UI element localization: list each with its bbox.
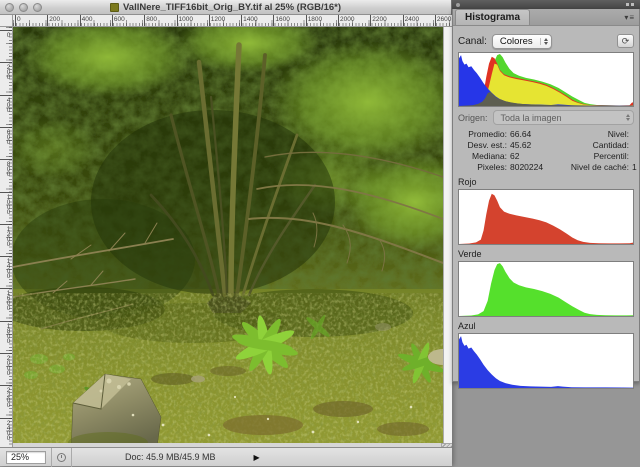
ruler-tick-label: 800: [144, 15, 157, 27]
close-button[interactable]: [5, 3, 14, 12]
stat-label: Cantidad:: [558, 140, 632, 151]
blue-section-label: Azul: [458, 321, 634, 331]
status-bar: 25% Doc: 45.9 MB/45.9 MB ▶: [0, 447, 452, 466]
panel-dock: Histograma ▾≡ Canal: Colores ⟳ Origen: T…: [452, 0, 640, 466]
photo-forest-scene: [13, 27, 443, 443]
dock-header[interactable]: [452, 0, 640, 9]
ruler-tick-label: 1600: [0, 288, 12, 310]
stat-label: Nivel:: [558, 129, 632, 140]
ruler-tick-label: 0: [0, 30, 12, 37]
document-proxy-icon: [110, 3, 119, 12]
panel-tab-bar: Histograma ▾≡: [453, 9, 639, 26]
title-group: VallNere_TIFF16bit_Orig_BY.tif al 25% (R…: [0, 2, 451, 13]
ruler-tick-label: 2400: [0, 418, 12, 440]
ruler-tick-label: 1200: [209, 15, 225, 27]
histogram-panel: Histograma ▾≡ Canal: Colores ⟳ Origen: T…: [452, 9, 640, 382]
green-section-label: Verde: [458, 249, 634, 259]
ruler-tick-label: 0: [15, 15, 21, 27]
colors-histogram-plot: [458, 52, 634, 107]
horizontal-ruler[interactable]: 0 200 400 600 800 1000 1200 1400 1600 1800 2000 220…: [13, 15, 452, 27]
channel-row: Canal: Colores ⟳: [458, 32, 634, 50]
stat-value: 45.62: [510, 140, 558, 151]
image-canvas[interactable]: [13, 27, 443, 443]
ruler-tick-label: 200: [0, 62, 12, 79]
ruler-tick-label: 1600: [273, 15, 289, 27]
green-histogram-plot: [458, 261, 634, 317]
dropdown-arrows-icon: [540, 38, 548, 45]
ruler-tick-label: 1000: [177, 15, 193, 27]
window-titlebar[interactable]: VallNere_TIFF16bit_Orig_BY.tif al 25% (R…: [0, 0, 451, 15]
traffic-lights: [5, 3, 42, 12]
blue-histogram-plot: [458, 333, 634, 389]
red-section-label: Rojo: [458, 177, 634, 187]
ruler-tick-label: 600: [0, 127, 12, 144]
dropdown-arrows-icon: [623, 114, 630, 121]
collapse-dock-icon[interactable]: [626, 3, 636, 6]
statistics-block: Promedio: 66.64 Nivel: Desv. est.: 45.62…: [458, 129, 634, 173]
stat-value: [632, 151, 637, 162]
ruler-tick-label: 800: [0, 159, 12, 176]
statusbar-divider: [71, 448, 72, 467]
channel-value: Colores: [500, 36, 537, 47]
ruler-tick-label: 1800: [0, 321, 12, 343]
channel-dropdown[interactable]: Colores: [492, 34, 552, 49]
stat-label: Promedio:: [458, 129, 510, 140]
channel-label: Canal:: [458, 36, 487, 47]
stat-value: 8020224: [510, 162, 558, 173]
vertical-ruler[interactable]: 0 200 400 600 800 1000 1200 1400 1600 1800 2000 220…: [0, 27, 13, 447]
source-value: Toda la imagen: [501, 113, 620, 123]
stat-label: Desv. est.:: [458, 140, 510, 151]
ruler-tick-label: 1400: [0, 256, 12, 278]
stat-value: 1: [632, 162, 637, 173]
tab-histograma[interactable]: Histograma: [455, 9, 530, 25]
zoom-window-button[interactable]: [33, 3, 42, 12]
ruler-corner[interactable]: [0, 15, 13, 27]
source-label: Origen:: [458, 113, 488, 123]
panel-content: Canal: Colores ⟳ Origen: Toda la imagen …: [453, 26, 639, 389]
ruler-tick-label: 2600: [435, 15, 451, 27]
minimize-button[interactable]: [19, 3, 28, 12]
histogram-layer-verde: [459, 263, 633, 316]
ruler-tick-label: 400: [0, 95, 12, 112]
panel-menu-icon[interactable]: ▾≡: [624, 13, 635, 22]
ruler-tick-label: 400: [80, 15, 93, 27]
ruler-tick-label: 2200: [0, 385, 12, 407]
zoom-level-input[interactable]: 25%: [6, 451, 46, 464]
statusbar-divider: [51, 448, 52, 467]
document-window: VallNere_TIFF16bit_Orig_BY.tif al 25% (R…: [0, 0, 452, 466]
stat-label: Percentil:: [558, 151, 632, 162]
stat-value: [632, 140, 637, 151]
ruler-tick-label: 1200: [0, 224, 12, 246]
histogram-layer-rojo: [459, 194, 633, 244]
ruler-tick-label: 2000: [0, 353, 12, 375]
histogram-layer-azul: [459, 336, 633, 388]
ruler-tick-label: 2000: [338, 15, 354, 27]
stat-value: 66.64: [510, 129, 558, 140]
ruler-tick-label: 200: [47, 15, 60, 27]
source-dropdown[interactable]: Toda la imagen: [493, 110, 634, 125]
stat-value: 62: [510, 151, 558, 162]
status-clock-icon: [57, 453, 66, 462]
stat-label: Pixeles:: [458, 162, 510, 173]
ruler-tick-label: 2200: [370, 15, 386, 27]
stat-value: [632, 129, 637, 140]
stat-label: Mediana:: [458, 151, 510, 162]
dock-dot-icon: [456, 3, 460, 7]
ruler-tick-label: 600: [112, 15, 125, 27]
red-histogram-plot: [458, 189, 634, 245]
stat-label: Nivel de caché:: [558, 162, 632, 173]
source-row: Origen: Toda la imagen: [458, 110, 634, 125]
document-size-info: Doc: 45.9 MB/45.9 MB: [125, 452, 216, 462]
window-title: VallNere_TIFF16bit_Orig_BY.tif al 25% (R…: [123, 2, 341, 13]
statusbar-flyout-button[interactable]: ▶: [254, 453, 260, 462]
ruler-tick-label: 1800: [306, 15, 322, 27]
refresh-histogram-button[interactable]: ⟳: [617, 34, 634, 48]
ruler-tick-label: 2400: [403, 15, 419, 27]
ruler-tick-label: 1400: [241, 15, 257, 27]
vertical-scrollbar[interactable]: [443, 27, 452, 443]
ruler-tick-label: 1000: [0, 192, 12, 214]
